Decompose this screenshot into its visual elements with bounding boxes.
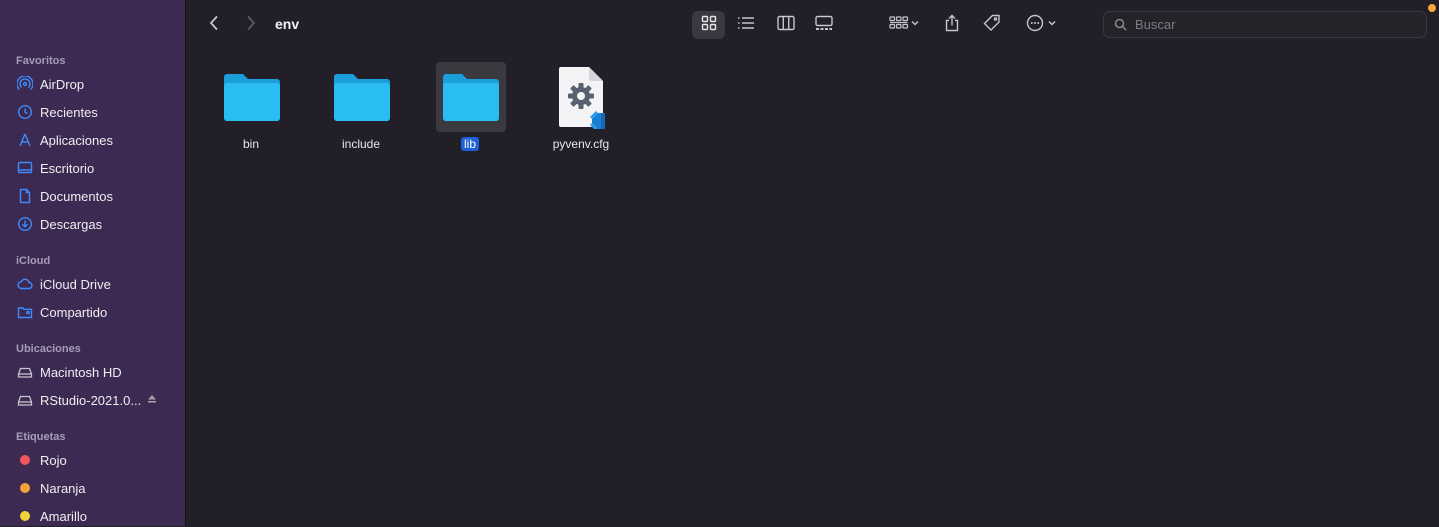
- disk-icon: [16, 391, 34, 409]
- share-icon: [944, 14, 960, 37]
- sidebar-item-compartido[interactable]: Compartido: [16, 301, 176, 323]
- sidebar-item-label: Naranja: [40, 480, 86, 496]
- sidebar-item-label: Descargas: [40, 216, 103, 232]
- cloud-icon: [16, 275, 34, 293]
- sidebar-item-label: Escritorio: [40, 160, 95, 176]
- sidebar-item-documentos[interactable]: Documentos: [16, 185, 176, 207]
- file-item-include[interactable]: include: [311, 62, 411, 162]
- sidebar-item-label: RStudio-2021.0...: [40, 392, 142, 408]
- list-view-icon: [737, 16, 755, 35]
- shared-folder-icon: [16, 303, 34, 321]
- sidebar-item-aplicaciones[interactable]: Aplicaciones: [16, 129, 176, 151]
- group-grid-icon: [889, 15, 919, 36]
- sidebar-item-icloud-drive[interactable]: iCloud Drive: [16, 273, 176, 295]
- sidebar-item-descargas[interactable]: Descargas: [16, 213, 176, 235]
- file-item-pyvenv-cfg[interactable]: pyvenv.cfg: [531, 62, 631, 162]
- group-by-button[interactable]: [884, 11, 924, 39]
- sidebar-item-label: Recientes: [40, 104, 98, 120]
- desktop-icon: [16, 159, 34, 177]
- share-button[interactable]: [939, 11, 965, 39]
- ellipsis-circle-icon: [1026, 14, 1058, 37]
- sidebar-item-label: AirDrop: [40, 76, 85, 92]
- sidebar-section-icloud: iCloud: [16, 255, 51, 267]
- sidebar-item-label: iCloud Drive: [40, 276, 111, 292]
- folder-icon: [436, 62, 506, 132]
- column-view-icon: [776, 15, 795, 36]
- back-button[interactable]: [202, 13, 226, 37]
- sidebar-item-label: Amarillo: [40, 508, 87, 524]
- config-file-icon: [547, 62, 617, 132]
- folder-icon: [217, 62, 287, 132]
- clock-icon: [16, 103, 34, 121]
- sidebar-section-ubicaciones: Ubicaciones: [16, 343, 81, 355]
- chevron-right-icon: [245, 15, 257, 36]
- sidebar-item-tag-naranja[interactable]: Naranja: [16, 477, 176, 499]
- sidebar-item-tag-amarillo[interactable]: Amarillo: [16, 505, 176, 527]
- yellow-tag-dot-icon: [16, 507, 34, 525]
- file-name: lib: [420, 137, 520, 151]
- orange-tag-dot-icon: [16, 479, 34, 497]
- sidebar-item-label: Documentos: [40, 188, 113, 204]
- toolbar: env: [187, 0, 1439, 50]
- more-actions-button[interactable]: [1022, 11, 1062, 39]
- recording-indicator-dot: [1428, 4, 1436, 12]
- download-icon: [16, 215, 34, 233]
- folder-icon: [327, 62, 397, 132]
- sidebar-item-recientes[interactable]: Recientes: [16, 101, 176, 123]
- file-item-bin[interactable]: bin: [201, 62, 301, 162]
- file-name: pyvenv.cfg: [552, 137, 610, 151]
- search-input[interactable]: [1133, 16, 1417, 33]
- sidebar-item-label: Macintosh HD: [40, 364, 122, 380]
- tag-icon: [983, 14, 1001, 37]
- sidebar-item-macintosh-hd[interactable]: Macintosh HD: [16, 361, 176, 383]
- eject-icon[interactable]: [146, 393, 158, 408]
- column-view-button[interactable]: [769, 11, 802, 39]
- airdrop-icon: [16, 75, 34, 93]
- gallery-view-icon: [814, 15, 833, 36]
- gallery-view-button[interactable]: [807, 11, 840, 39]
- sidebar-item-rstudio[interactable]: RStudio-2021.0...: [16, 389, 176, 411]
- document-icon: [16, 187, 34, 205]
- sidebar-section-etiquetas: Etiquetas: [16, 431, 66, 443]
- file-name: bin: [242, 137, 259, 151]
- tags-button[interactable]: [979, 11, 1005, 39]
- forward-button[interactable]: [239, 13, 263, 37]
- applications-icon: [16, 131, 34, 149]
- file-name: include: [341, 137, 381, 151]
- file-item-lib[interactable]: lib: [420, 62, 520, 162]
- grid-view-icon: [701, 15, 717, 36]
- sidebar-item-tag-rojo[interactable]: Rojo: [16, 449, 176, 471]
- list-view-button[interactable]: [729, 11, 762, 39]
- sidebar: Favoritos AirDrop Recientes Aplicaciones…: [0, 0, 186, 526]
- sidebar-section-favoritos: Favoritos: [16, 55, 66, 67]
- sidebar-item-escritorio[interactable]: Escritorio: [16, 157, 176, 179]
- disk-icon: [16, 363, 34, 381]
- search-field[interactable]: [1103, 11, 1427, 38]
- sidebar-item-airdrop[interactable]: AirDrop: [16, 73, 176, 95]
- sidebar-item-label: Compartido: [40, 304, 108, 320]
- red-tag-dot-icon: [16, 451, 34, 469]
- search-icon: [1114, 18, 1127, 31]
- chevron-left-icon: [208, 15, 220, 36]
- window-title: env: [275, 16, 300, 32]
- sidebar-item-label: Aplicaciones: [40, 132, 113, 148]
- sidebar-item-label: Rojo: [40, 452, 67, 468]
- icon-view-button[interactable]: [692, 11, 725, 39]
